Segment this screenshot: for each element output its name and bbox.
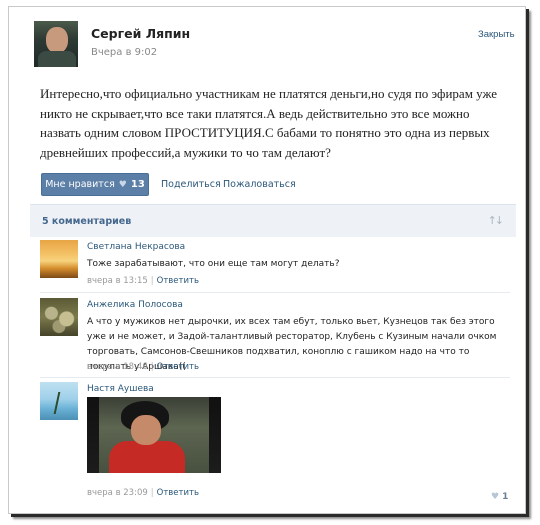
comment-item: Светлана Некрасова Тоже зарабатывают, чт… xyxy=(40,240,510,288)
comment-meta: вчера в 13:15 | Ответить xyxy=(87,276,199,286)
comment-divider xyxy=(40,377,510,378)
author-name[interactable]: Сергей Ляпин xyxy=(91,26,190,41)
commenter-name[interactable]: Настя Аушева xyxy=(87,384,154,394)
comment-text: Тоже зарабатывают, что они еще там могут… xyxy=(87,259,340,269)
post-text: Интересно,что официально участникам не п… xyxy=(40,86,498,160)
comment-item: Настя Аушева вчера в 23:09 | Ответить xyxy=(40,382,510,500)
like-count: 13 xyxy=(130,179,145,190)
comment-meta: вчера в 18:46 | Ответить xyxy=(87,362,199,372)
like-button-label: Мне нравится xyxy=(45,179,115,190)
commenter-name[interactable]: Светлана Некрасова xyxy=(87,242,185,252)
reply-link[interactable]: Ответить xyxy=(157,362,199,372)
comment-time[interactable]: вчера в 13:15 xyxy=(87,276,148,286)
commenter-name[interactable]: Анжелика Полосова xyxy=(87,300,183,310)
heart-icon: ♥ xyxy=(491,492,500,502)
commenter-avatar[interactable] xyxy=(40,240,78,278)
comment-meta: вчера в 23:09 | Ответить xyxy=(87,488,199,498)
share-link[interactable]: Поделиться xyxy=(161,179,221,190)
comment-item: Анжелика Полосова А что у мужиков нет ды… xyxy=(40,298,510,374)
heart-icon: ♥ xyxy=(118,179,127,190)
reply-link[interactable]: Ответить xyxy=(157,276,199,286)
comment-time[interactable]: вчера в 23:09 xyxy=(87,488,148,498)
reply-link[interactable]: Ответить xyxy=(157,488,199,498)
report-link[interactable]: Пожаловаться xyxy=(223,179,296,190)
post-time[interactable]: Вчера в 9:02 xyxy=(91,47,157,58)
sort-icon[interactable]: ↑↓ xyxy=(488,214,505,227)
comments-header: 5 комментариев ↑↓ xyxy=(30,204,516,237)
comment-photo[interactable] xyxy=(87,397,221,473)
comment-time[interactable]: вчера в 18:46 xyxy=(87,362,148,372)
commenter-avatar[interactable] xyxy=(40,382,78,420)
like-button[interactable]: Мне нравится ♥ 13 xyxy=(41,173,149,196)
comment-divider xyxy=(40,292,510,293)
author-avatar[interactable] xyxy=(34,21,78,67)
comment-like-count: 1 xyxy=(502,492,509,502)
comments-count[interactable]: 5 комментариев xyxy=(42,216,131,227)
close-button[interactable]: Закрыть xyxy=(478,29,515,40)
comment-like-button[interactable]: ♥ 1 xyxy=(491,492,508,502)
post-window: Сергей Ляпин Вчера в 9:02 Закрыть Интере… xyxy=(8,6,526,514)
commenter-avatar[interactable] xyxy=(40,298,78,336)
